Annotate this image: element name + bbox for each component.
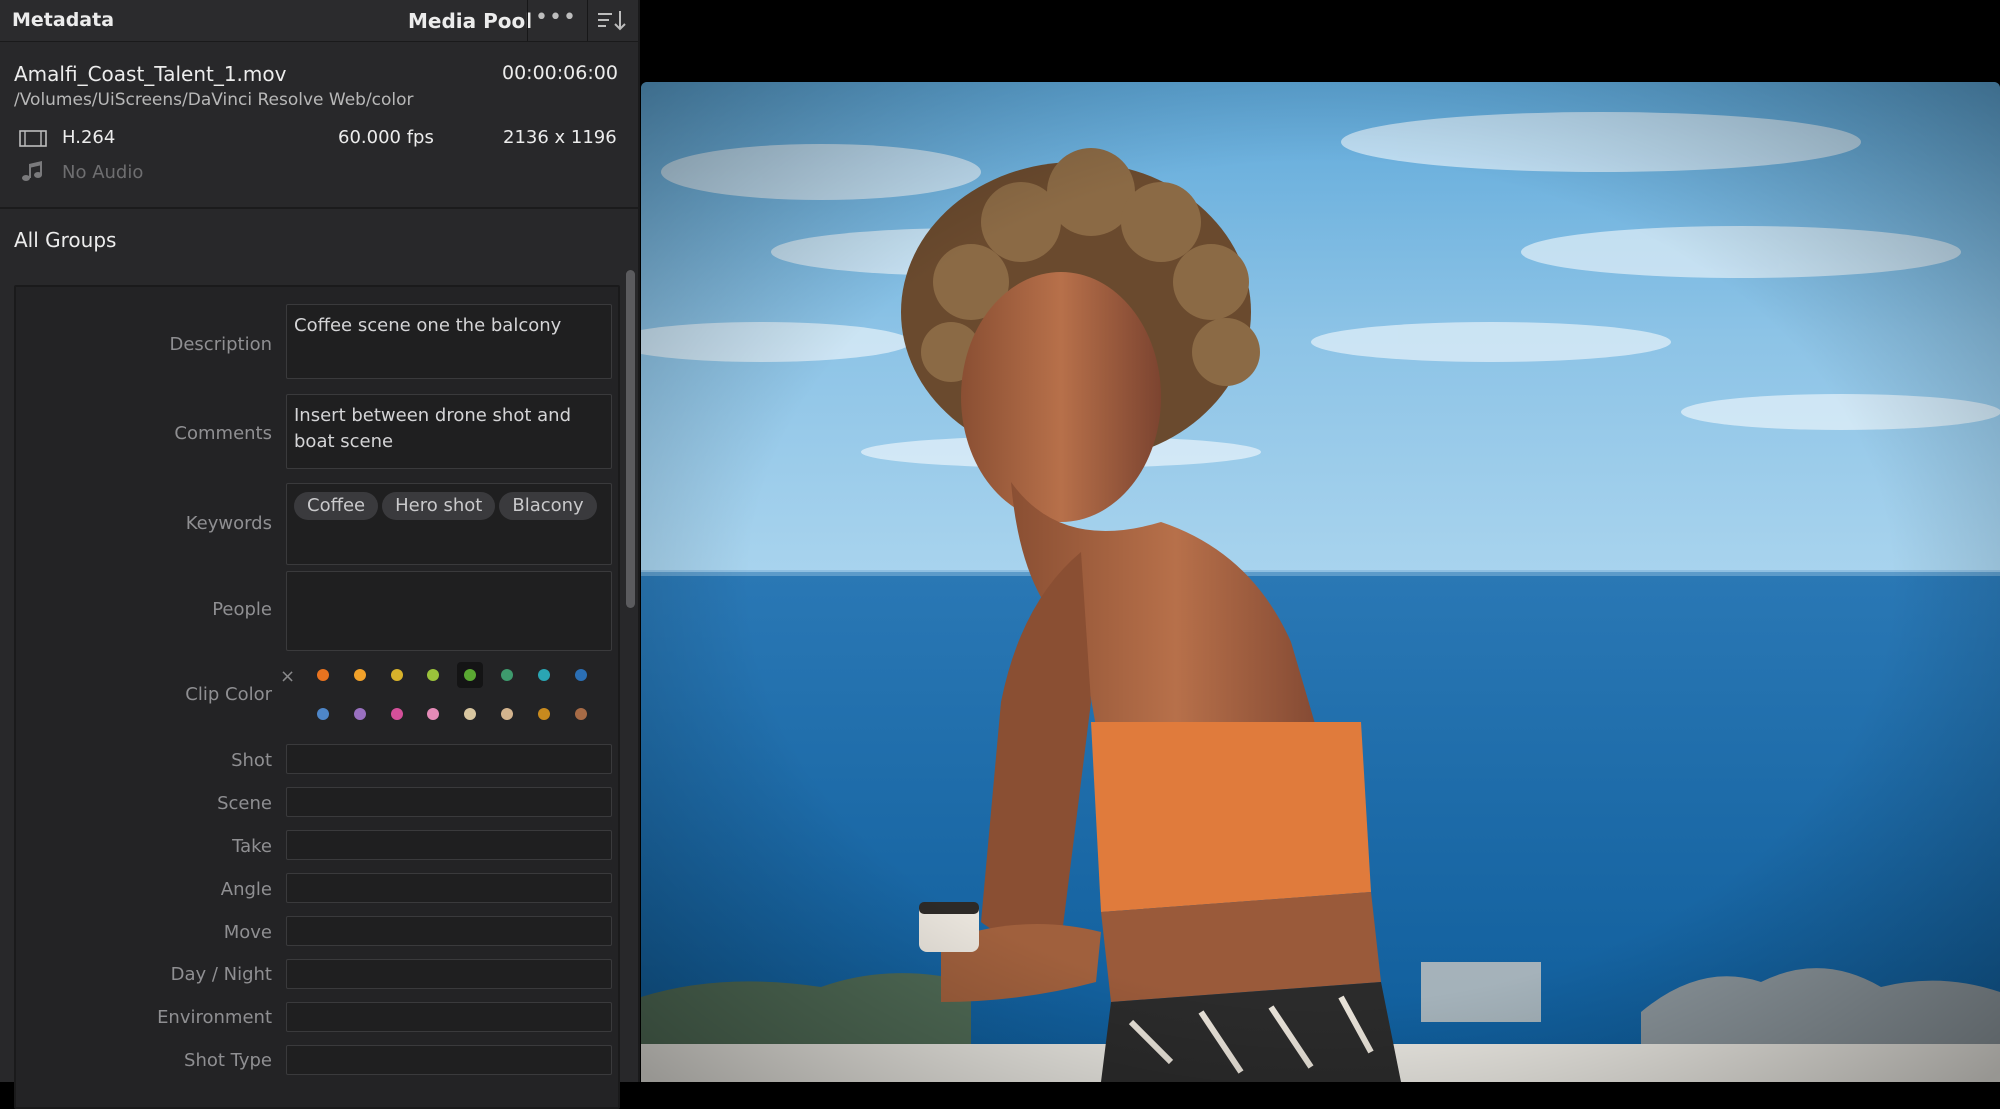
day-night-field[interactable] [286, 959, 612, 989]
viewer-frame-image [641, 82, 2000, 1082]
frame-illustration [641, 82, 2000, 1082]
video-film-icon [19, 130, 47, 147]
clip-color-swatch[interactable] [574, 708, 587, 720]
environment-label: Environment [157, 1007, 272, 1028]
shot-type-label: Shot Type [184, 1050, 272, 1071]
clip-color-swatch[interactable] [427, 669, 440, 681]
keyword-tag[interactable]: Hero shot [382, 492, 496, 520]
sort-icon[interactable] [596, 8, 628, 34]
angle-field[interactable] [286, 873, 612, 903]
clip-color-label: Clip Color [185, 684, 272, 705]
clip-path: /Volumes/UiScreens/DaVinci Resolve Web/c… [14, 90, 414, 110]
description-field[interactable]: Coffee scene one the balcony [286, 304, 612, 379]
day-night-label: Day / Night [170, 964, 272, 985]
metadata-panel: Metadata Media Pool ••• Amalfi_Coast_Tal… [0, 0, 640, 1109]
description-label: Description [169, 334, 272, 355]
music-note-icon [22, 161, 42, 181]
clip-color-swatch[interactable] [390, 708, 403, 720]
clip-color-swatch[interactable] [427, 708, 440, 720]
angle-label: Angle [220, 879, 272, 900]
audio-status: No Audio [62, 162, 144, 183]
panel-header: Metadata Media Pool ••• [0, 0, 638, 42]
section-divider [0, 207, 638, 209]
keyword-tag[interactable]: Blacony [499, 492, 597, 520]
shot-type-field[interactable] [286, 1045, 612, 1075]
clip-resolution: 2136 x 1196 [503, 127, 617, 148]
media-pool-button[interactable]: Media Pool [408, 9, 532, 33]
comments-field[interactable]: Insert between drone shot and boat scene [286, 394, 612, 469]
clip-color-swatch[interactable] [501, 669, 513, 681]
keywords-field[interactable]: Coffee Hero shot Blacony [286, 483, 612, 565]
scene-field[interactable] [286, 787, 612, 817]
clip-color-swatch[interactable] [537, 708, 550, 720]
clip-color-swatch[interactable] [353, 669, 366, 681]
groups-selector[interactable]: All Groups [14, 228, 116, 252]
clip-fps: 60.000 fps [338, 127, 434, 148]
scene-label: Scene [217, 793, 272, 814]
shot-field[interactable] [286, 744, 612, 774]
clip-name: Amalfi_Coast_Talent_1.mov [14, 62, 287, 86]
panel-title: Metadata [12, 9, 115, 31]
clip-color-swatch[interactable] [464, 708, 477, 720]
clip-color-swatch[interactable] [317, 708, 329, 720]
clip-color-swatch[interactable] [574, 669, 587, 681]
clip-color-swatch[interactable] [353, 708, 366, 720]
clip-color-swatch[interactable] [390, 669, 403, 681]
scrollbar-thumb[interactable] [626, 270, 635, 608]
take-field[interactable] [286, 830, 612, 860]
clip-color-swatch[interactable] [501, 708, 513, 720]
move-label: Move [223, 922, 272, 943]
clip-timecode: 00:00:06:00 [502, 62, 618, 84]
take-label: Take [232, 836, 272, 857]
metadata-form: Description Coffee scene one the balcony… [14, 285, 620, 1109]
clip-color-swatch[interactable] [537, 669, 550, 681]
people-field[interactable] [286, 571, 612, 651]
clear-color-icon[interactable]: × [280, 666, 295, 687]
keywords-label: Keywords [185, 513, 272, 534]
clip-color-swatch[interactable] [317, 669, 329, 681]
keyword-tag[interactable]: Coffee [294, 492, 379, 520]
people-label: People [212, 599, 272, 620]
shot-label: Shot [231, 750, 272, 771]
clip-codec: H.264 [62, 127, 116, 148]
header-separator [587, 0, 588, 41]
move-field[interactable] [286, 916, 612, 946]
comments-label: Comments [174, 423, 272, 444]
environment-field[interactable] [286, 1002, 612, 1032]
more-options-icon[interactable]: ••• [528, 5, 584, 35]
